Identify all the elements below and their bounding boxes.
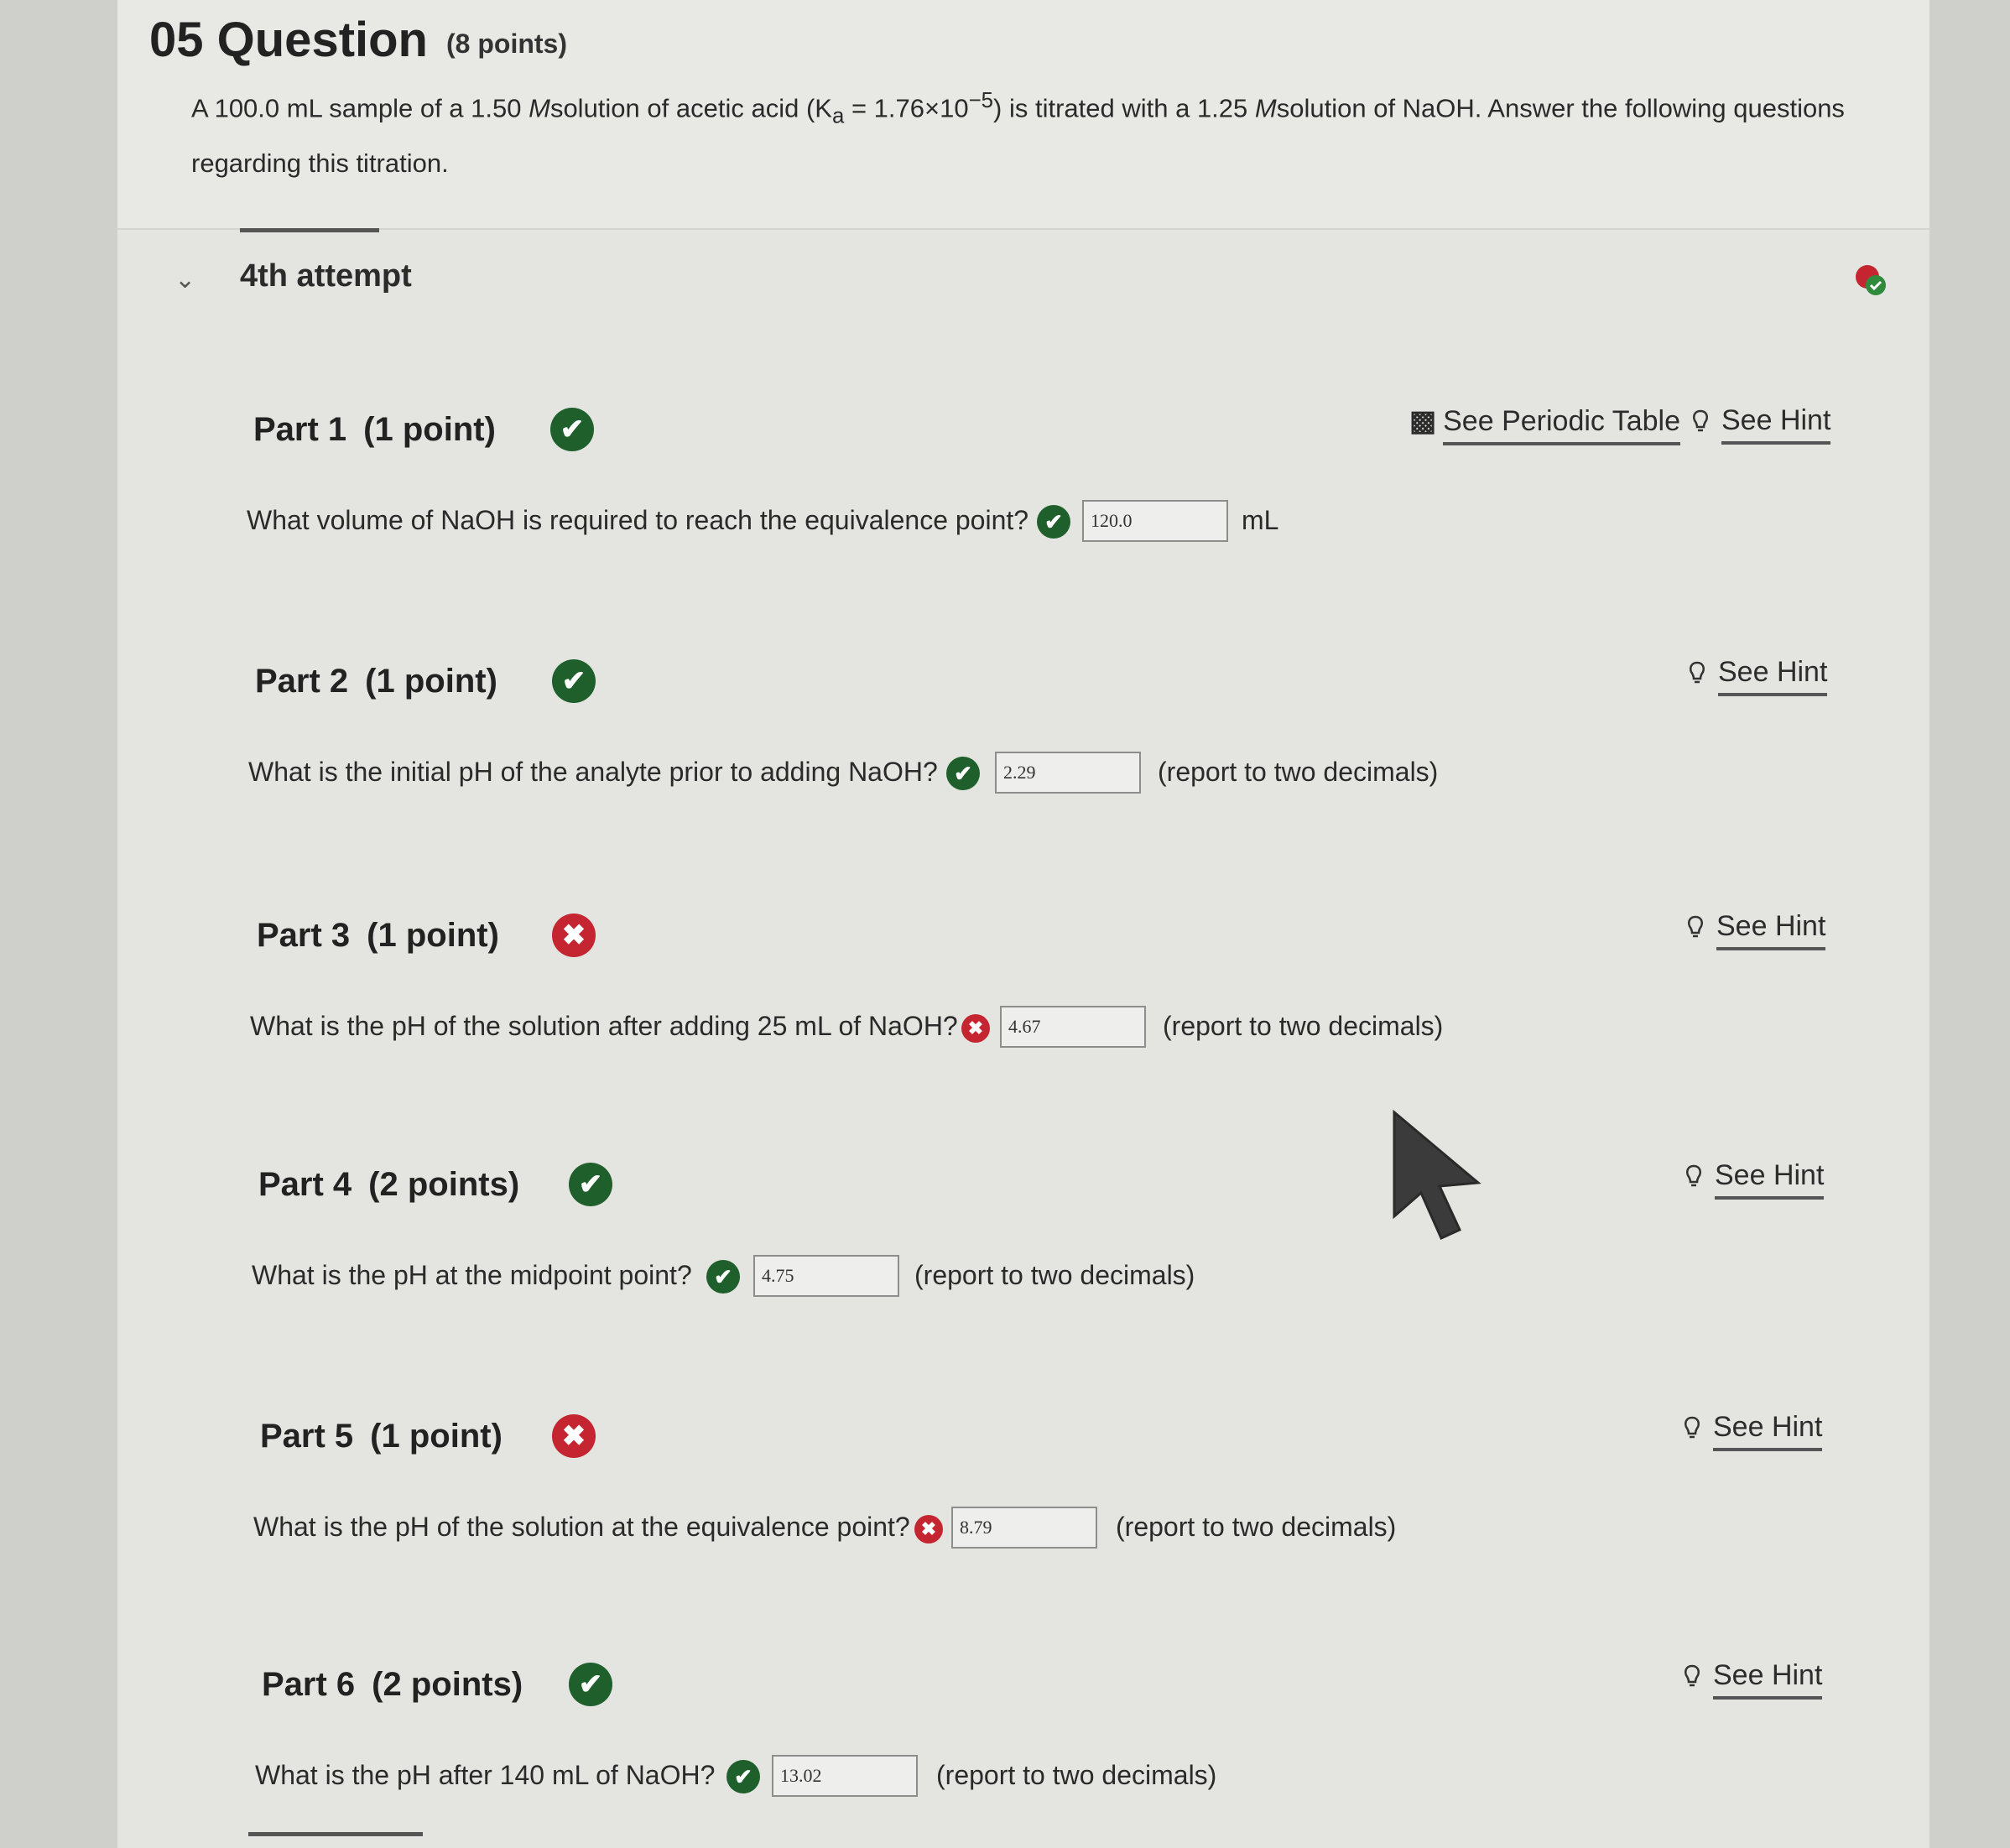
question-header: 05 Question (8 points) A 100.0 mL sample… [117, 0, 1929, 230]
answer-unit-note: (report to two decimals) [914, 1260, 1195, 1290]
part-question: What is the pH after 140 mL of NaOH? [255, 1760, 716, 1790]
answer-input[interactable]: 120.0 [1082, 500, 1228, 542]
active-tab-indicator [240, 228, 379, 232]
answer-input[interactable]: 4.75 [753, 1255, 899, 1297]
part-title: Part 1 (1 point) [253, 411, 496, 449]
answer-unit-note: (report to two decimals) [1163, 1011, 1444, 1041]
question-number: 05 [149, 13, 204, 67]
part-title: Part 4 (2 points) [258, 1166, 519, 1204]
answer-input[interactable]: 4.67 [1000, 1006, 1146, 1048]
answer-correct-icon: ✔ [946, 757, 980, 790]
incorrect-x-icon: ✖ [552, 914, 596, 957]
lightbulb-icon [1690, 661, 1705, 684]
periodic-table-icon: ▩ [1409, 405, 1437, 437]
periodic-table-link[interactable]: ▩ See Periodic Table [1409, 404, 1681, 445]
incorrect-x-icon: ✖ [552, 1414, 596, 1458]
part-title: Part 5 (1 point) [260, 1418, 502, 1455]
mouse-cursor-icon [1393, 1109, 1481, 1240]
part-name: Part 2 [255, 663, 349, 700]
see-hint-label: See Hint [1713, 1411, 1823, 1451]
see-hint-label: See Hint [1716, 910, 1826, 950]
answer-unit-note: (report to two decimals) [1116, 1512, 1397, 1542]
part-name: Part 4 [258, 1166, 352, 1203]
lightbulb-icon [1685, 1416, 1700, 1439]
see-hint-label: See Hint [1721, 404, 1831, 445]
lightbulb-icon [1685, 1664, 1700, 1687]
part-points: (1 point) [365, 663, 497, 700]
part-question: What is the pH of the solution after add… [250, 1011, 958, 1041]
lightbulb-icon [1693, 409, 1708, 432]
part-name: Part 5 [260, 1418, 354, 1455]
part-title: Part 3 (1 point) [257, 917, 499, 955]
part-title: Part 6 (2 points) [262, 1666, 523, 1704]
answer-incorrect-icon: ✖ [914, 1515, 943, 1543]
see-hint-link[interactable]: See Hint [1683, 1659, 1823, 1700]
chevron-down-icon[interactable]: ⌄ [174, 265, 195, 294]
part-name: Part 1 [253, 411, 347, 448]
answer-incorrect-icon: ✖ [961, 1014, 990, 1043]
bottom-divider [248, 1832, 423, 1836]
part-points: (1 point) [367, 917, 499, 954]
see-hint-link[interactable]: See Hint [1683, 1411, 1823, 1451]
question-text: A 100.0 mL sample of a 1.50 Msolution of… [191, 89, 1845, 178]
part-points: (1 point) [370, 1418, 502, 1455]
answer-input[interactable]: 13.02 [772, 1755, 918, 1797]
part-question: What is the initial pH of the analyte pr… [248, 757, 938, 787]
question-title: 05 Question [149, 12, 428, 68]
answer-unit-note: (report to two decimals) [936, 1760, 1217, 1790]
lightbulb-icon [1688, 915, 1703, 938]
question-label: Question [216, 13, 428, 67]
answer-input[interactable]: 2.29 [995, 752, 1141, 794]
correct-check-icon: ✔ [569, 1163, 612, 1206]
part-question: What is the pH of the solution at the eq… [253, 1512, 910, 1542]
part-name: Part 6 [262, 1666, 356, 1703]
see-hint-link[interactable]: See Hint [1685, 1159, 1825, 1200]
answer-unit-note: mL [1242, 505, 1279, 535]
attempt-status-icon [1856, 265, 1886, 295]
part-title: Part 2 (1 point) [255, 663, 497, 700]
answer-input[interactable]: 8.79 [951, 1507, 1097, 1549]
answer-correct-icon: ✔ [1037, 505, 1070, 539]
answer-unit-note: (report to two decimals) [1158, 757, 1439, 787]
part-question: What volume of NaOH is required to reach… [247, 505, 1029, 535]
correct-check-icon: ✔ [550, 408, 594, 451]
part-points: (2 points) [368, 1166, 520, 1203]
correct-check-icon: ✔ [552, 659, 596, 703]
see-hint-label: See Hint [1718, 656, 1828, 696]
see-hint-link[interactable]: See Hint [1691, 404, 1831, 445]
attempt-label[interactable]: 4th attempt [240, 258, 412, 294]
part-points: (1 point) [363, 411, 496, 448]
lightbulb-icon [1686, 1164, 1701, 1187]
correct-check-icon: ✔ [569, 1663, 612, 1706]
answer-correct-icon: ✔ [706, 1260, 740, 1294]
question-points: (8 points) [446, 29, 567, 59]
see-hint-label: See Hint [1715, 1159, 1825, 1200]
see-hint-link[interactable]: See Hint [1688, 656, 1828, 696]
part-points: (2 points) [372, 1666, 523, 1703]
assignment-sheet: 05 Question (8 points) A 100.0 mL sample… [117, 0, 1929, 1848]
see-hint-link[interactable]: See Hint [1686, 910, 1826, 950]
see-hint-label: See Hint [1713, 1659, 1823, 1700]
part-name: Part 3 [257, 917, 351, 954]
part-question: What is the pH at the midpoint point? [252, 1260, 692, 1290]
answer-correct-icon: ✔ [726, 1760, 760, 1793]
